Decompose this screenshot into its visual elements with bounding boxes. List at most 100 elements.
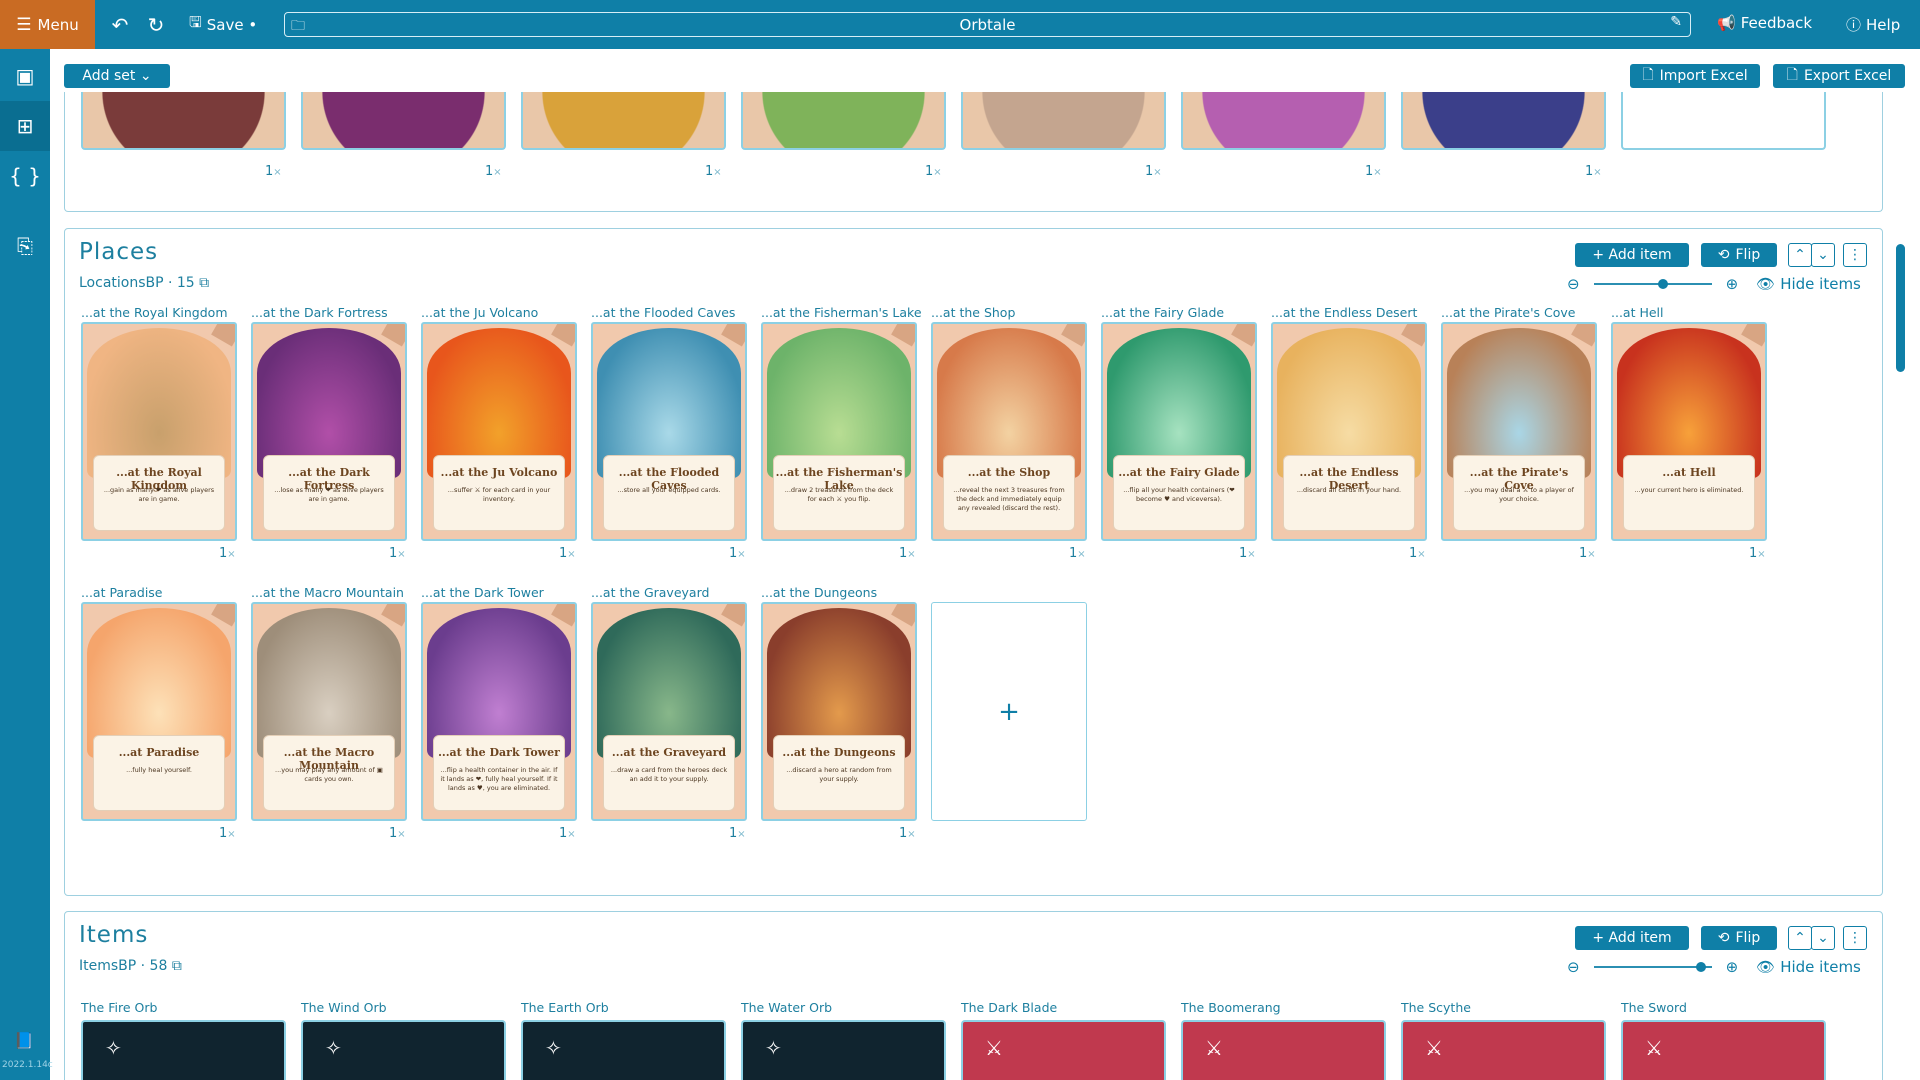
item-card[interactable]: ✧ — [81, 1020, 286, 1080]
set-title[interactable]: Places — [79, 239, 158, 265]
location-card[interactable]: ...at the Fisherman's Lake ...draw 2 trea… — [761, 322, 917, 541]
add-item-button[interactable]: + Add item — [1575, 243, 1689, 267]
card-thumbnail[interactable] — [521, 92, 726, 150]
export-file-icon[interactable]: ⎘ — [0, 221, 50, 271]
card-count[interactable]: 1× — [1365, 164, 1382, 179]
card-label[interactable]: ...at the Shop — [931, 305, 1015, 320]
set-title[interactable]: Items — [79, 922, 148, 948]
card-count[interactable]: 1× — [1579, 546, 1596, 561]
edit-icon[interactable]: ✎ — [1670, 14, 1682, 30]
card-count[interactable]: 1× — [705, 164, 722, 179]
card-count[interactable]: 1× — [925, 164, 942, 179]
item-card[interactable]: ⚔ — [1181, 1020, 1386, 1080]
move-up-button[interactable]: ⌃ — [1788, 243, 1812, 267]
item-card[interactable]: ⚔ — [1621, 1020, 1826, 1080]
more-options-button[interactable]: ⋮ — [1843, 243, 1867, 267]
move-down-button[interactable]: ⌄ — [1811, 926, 1835, 950]
card-thumbnail[interactable] — [81, 92, 286, 150]
card-count[interactable]: 1× — [265, 164, 282, 179]
blueprint-name[interactable]: LocationsBP · 15 — [79, 275, 195, 291]
card-label[interactable]: ...at the Flooded Caves — [591, 305, 735, 320]
card-label[interactable]: ...at the Fisherman's Lake — [761, 305, 922, 320]
flip-button[interactable]: ⟲ Flip — [1701, 926, 1777, 950]
flip-button[interactable]: ⟲ Flip — [1701, 243, 1777, 267]
card-thumbnail[interactable] — [741, 92, 946, 150]
hide-items-button[interactable]: Hide items — [1780, 275, 1861, 293]
card-count[interactable]: 1× — [1409, 546, 1426, 561]
card-count[interactable]: 1× — [219, 826, 236, 841]
page-scrollbar[interactable] — [1896, 244, 1905, 372]
more-options-button[interactable]: ⋮ — [1843, 926, 1867, 950]
location-card[interactable]: ...at the Endless Desert ...discard all c… — [1271, 322, 1427, 541]
card-label[interactable]: ...at the Dungeons — [761, 585, 877, 600]
card-label[interactable]: ...at Hell — [1611, 305, 1664, 320]
location-card[interactable]: ...at the Shop ...reveal the next 3 treas… — [931, 322, 1087, 541]
zoom-slider-knob[interactable] — [1696, 962, 1707, 972]
location-card[interactable]: ...at Hell ...your current hero is elimin… — [1611, 322, 1767, 541]
card-label[interactable]: The Boomerang — [1181, 1000, 1281, 1015]
hide-items-button[interactable]: Hide items — [1780, 958, 1861, 976]
add-card-placeholder[interactable]: + — [931, 602, 1087, 821]
item-card[interactable]: ⚔ — [1401, 1020, 1606, 1080]
export-excel-button[interactable]: 🗋 Export Excel — [1773, 64, 1905, 88]
feedback-button[interactable]: 📢 Feedback — [1717, 14, 1812, 32]
copy-icon[interactable]: ⧉ — [199, 275, 209, 291]
card-label[interactable]: The Scythe — [1401, 1000, 1471, 1015]
card-label[interactable]: ...at the Pirate's Cove — [1441, 305, 1575, 320]
card-label[interactable]: ...at the Graveyard — [591, 585, 709, 600]
location-card[interactable]: ...at the Pirate's Cove ...you may deal a… — [1441, 322, 1597, 541]
location-card[interactable]: ...at the Fairy Glade ...flip all your he… — [1101, 322, 1257, 541]
location-card[interactable]: ...at the Royal Kingdom ...gain as many ❤… — [81, 322, 237, 541]
code-braces-icon[interactable]: { } — [0, 151, 50, 201]
card-count[interactable]: 1× — [559, 546, 576, 561]
card-label[interactable]: The Dark Blade — [961, 1000, 1057, 1015]
zoom-in-icon[interactable]: ⊕ — [1726, 275, 1739, 293]
item-card[interactable]: ⚔ — [961, 1020, 1166, 1080]
location-card[interactable]: ...at the Dark Fortress ...lose as many ❤… — [251, 322, 407, 541]
zoom-out-icon[interactable]: ⊖ — [1567, 958, 1580, 976]
card-label[interactable]: The Fire Orb — [81, 1000, 157, 1015]
location-card[interactable]: ...at the Graveyard ...draw a card from t… — [591, 602, 747, 821]
location-card[interactable]: ...at the Flooded Caves ...store all your… — [591, 322, 747, 541]
card-label[interactable]: ...at the Dark Fortress — [251, 305, 388, 320]
card-thumbnail[interactable] — [301, 92, 506, 150]
location-card[interactable]: ...at the Dark Tower ...flip a health con… — [421, 602, 577, 821]
item-card[interactable]: ✧ — [521, 1020, 726, 1080]
card-count[interactable]: 1× — [899, 546, 916, 561]
card-count[interactable]: 1× — [219, 546, 236, 561]
zoom-slider-knob[interactable] — [1658, 279, 1669, 289]
add-item-button[interactable]: + Add item — [1575, 926, 1689, 950]
card-label[interactable]: ...at Paradise — [81, 585, 163, 600]
zoom-slider[interactable] — [1593, 279, 1712, 289]
card-label[interactable]: ...at the Fairy Glade — [1101, 305, 1224, 320]
card-label[interactable]: The Earth Orb — [521, 1000, 609, 1015]
copy-icon[interactable]: ⧉ — [172, 958, 182, 974]
card-label[interactable]: ...at the Royal Kingdom — [81, 305, 228, 320]
card-count[interactable]: 1× — [1585, 164, 1602, 179]
card-label[interactable]: The Sword — [1621, 1000, 1687, 1015]
components-icon[interactable]: ⊞ — [0, 101, 50, 151]
help-button[interactable]: ⓘ Help — [1846, 14, 1900, 35]
card-count[interactable]: 1× — [389, 546, 406, 561]
save-button[interactable]: 🖫 Save • — [189, 12, 257, 37]
card-count[interactable]: 1× — [729, 826, 746, 841]
card-label[interactable]: ...at the Macro Mountain — [251, 585, 404, 600]
undo-icon[interactable]: ↶ — [109, 13, 131, 37]
card-thumbnail[interactable] — [961, 92, 1166, 150]
card-count[interactable]: 1× — [1749, 546, 1766, 561]
move-down-button[interactable]: ⌄ — [1811, 243, 1835, 267]
blueprint-name[interactable]: ItemsBP · 58 — [79, 958, 167, 974]
card-label[interactable]: The Water Orb — [741, 1000, 832, 1015]
card-label[interactable]: The Wind Orb — [301, 1000, 387, 1015]
add-card-placeholder[interactable] — [1621, 92, 1826, 150]
redo-icon[interactable]: ↻ — [145, 13, 167, 37]
item-card[interactable]: ✧ — [741, 1020, 946, 1080]
card-label[interactable]: ...at the Ju Volcano — [421, 305, 538, 320]
card-thumbnail[interactable] — [1181, 92, 1386, 150]
card-count[interactable]: 1× — [1145, 164, 1162, 179]
card-count[interactable]: 1× — [1069, 546, 1086, 561]
card-label[interactable]: ...at the Dark Tower — [421, 585, 544, 600]
item-card[interactable]: ✧ — [301, 1020, 506, 1080]
location-card[interactable]: ...at the Dungeons ...discard a hero at r… — [761, 602, 917, 821]
location-card[interactable]: ...at Paradise ...fully heal yourself. — [81, 602, 237, 821]
